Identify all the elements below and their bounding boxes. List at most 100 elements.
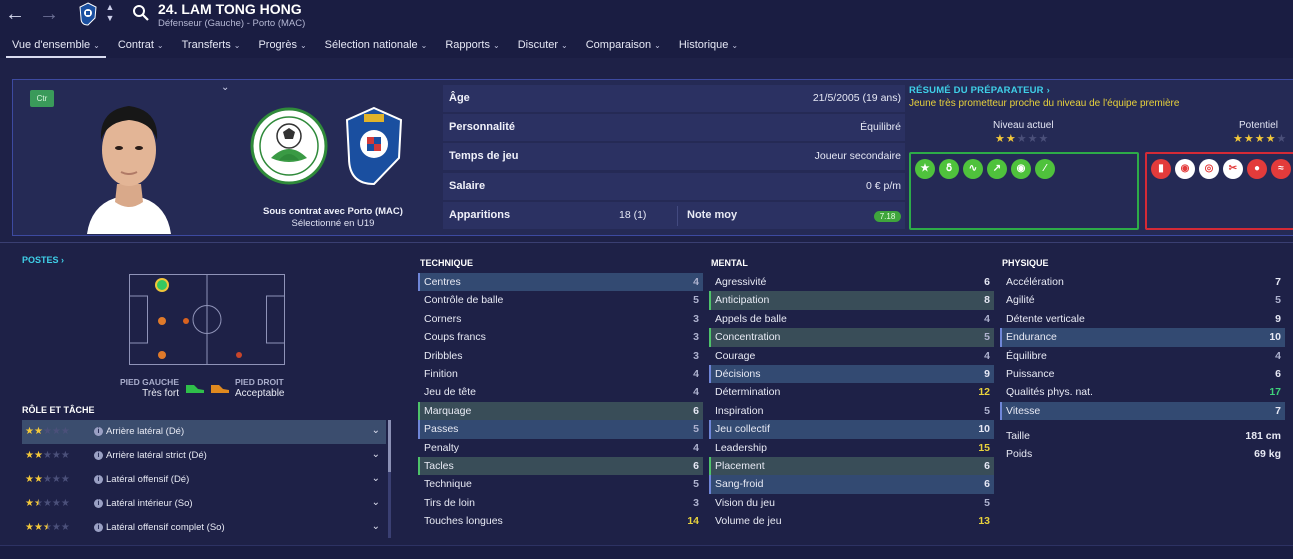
info-icon[interactable]: i bbox=[94, 523, 103, 532]
card-icon[interactable]: ▮ bbox=[1151, 159, 1171, 179]
attribute-row[interactable]: Penalty 4 bbox=[418, 439, 703, 457]
current-ability-label: Niveau actuel bbox=[993, 120, 1054, 131]
attribute-row[interactable]: Décisions 9 bbox=[709, 364, 994, 384]
attribute-row[interactable]: Sang-froid 6 bbox=[709, 475, 994, 495]
ball-icon[interactable]: ● bbox=[1247, 159, 1267, 179]
tab-label: Contrat bbox=[117, 39, 154, 51]
runner-icon[interactable]: ẟ bbox=[939, 159, 959, 179]
roles-scrollbar-thumb[interactable] bbox=[388, 420, 391, 472]
tab-comparison[interactable]: Comparaison ⌄ bbox=[574, 36, 667, 58]
club-crest-icon[interactable] bbox=[78, 2, 98, 26]
positions-link[interactable]: POSTES › bbox=[22, 255, 64, 265]
chevron-down-icon[interactable]: ⌄ bbox=[372, 497, 380, 508]
tab-discuss[interactable]: Discuter ⌄ bbox=[506, 36, 574, 58]
attribute-row[interactable]: Puissance 6 bbox=[1000, 365, 1285, 383]
forward-arrow-icon[interactable]: → bbox=[38, 3, 60, 25]
tab-contract[interactable]: Contrat ⌄ bbox=[106, 36, 170, 58]
selection-text: Sélectionné en U19 bbox=[291, 218, 375, 229]
attribute-row[interactable]: Contrôle de balle 5 bbox=[418, 291, 703, 309]
search-icon[interactable] bbox=[132, 4, 150, 22]
star-icon[interactable]: ★ bbox=[915, 159, 935, 179]
attribute-row[interactable]: Passes 5 bbox=[418, 420, 703, 439]
attribute-row[interactable]: Tirs de loin 3 bbox=[418, 494, 703, 512]
trend-up-icon[interactable]: ↗ bbox=[987, 159, 1007, 179]
chevron-down-icon: ⌄ bbox=[561, 41, 568, 50]
attribute-row[interactable]: Tacles 6 bbox=[418, 456, 703, 476]
attribute-row[interactable]: Technique 5 bbox=[418, 475, 703, 493]
attribute-row[interactable]: Inspiration 5 bbox=[709, 402, 994, 420]
tab-transfers[interactable]: Transferts ⌄ bbox=[170, 36, 247, 58]
attribute-row[interactable]: Détente verticale 9 bbox=[1000, 310, 1285, 328]
attribute-row[interactable]: Agilité 5 bbox=[1000, 291, 1285, 309]
attribute-value: 5 bbox=[693, 423, 699, 436]
back-arrow-icon[interactable]: ← bbox=[4, 3, 26, 25]
attribute-value: 4 bbox=[693, 367, 699, 380]
attribute-row[interactable]: Marquage 6 bbox=[418, 401, 703, 421]
attribute-row[interactable]: Appels de balle 4 bbox=[709, 310, 994, 328]
attribute-value: 17 bbox=[1269, 386, 1281, 399]
target-icon[interactable]: ◎ bbox=[1199, 159, 1219, 179]
attribute-value: 4 bbox=[984, 349, 990, 362]
scout-summary-link[interactable]: RÉSUMÉ DU PRÉPARATEUR › bbox=[909, 85, 1050, 96]
attribute-row[interactable]: Finition 4 bbox=[418, 365, 703, 383]
attribute-row[interactable]: Placement 6 bbox=[709, 456, 994, 476]
chevron-down-icon[interactable]: ⌄ bbox=[221, 82, 229, 93]
weaknesses-box: ▮ ◉ ◎ ✂ ● ≈ ⚠ bbox=[1145, 152, 1293, 230]
attribute-row[interactable]: Centres 4 bbox=[418, 273, 703, 292]
head-icon[interactable]: ◉ bbox=[1011, 159, 1031, 179]
attribute-row[interactable]: Équilibre 4 bbox=[1000, 347, 1285, 365]
attribute-row[interactable]: Volume de jeu 13 bbox=[709, 512, 994, 530]
attribute-name: Jeu collectif bbox=[715, 423, 770, 436]
tab-national-team[interactable]: Sélection nationale ⌄ bbox=[313, 36, 434, 58]
attribute-row[interactable]: Anticipation 8 bbox=[709, 291, 994, 311]
attribute-row[interactable]: Vitesse 7 bbox=[1000, 401, 1285, 421]
attribute-value: 6 bbox=[984, 459, 990, 472]
tab-history[interactable]: Historique ⌄ bbox=[667, 36, 744, 58]
attribute-row[interactable]: Vision du jeu 5 bbox=[709, 494, 994, 512]
attribute-row[interactable]: Concentration 5 bbox=[709, 328, 994, 347]
info-icon[interactable]: i bbox=[94, 427, 103, 436]
head-fall-icon[interactable]: ◉ bbox=[1175, 159, 1195, 179]
role-row[interactable]: ★★★★★ i Latéral offensif (Dé) ⌄ bbox=[22, 468, 386, 492]
attribute-row[interactable]: Touches longues 14 bbox=[418, 512, 703, 530]
info-icon[interactable]: i bbox=[94, 499, 103, 508]
chevron-down-icon[interactable]: ⌄ bbox=[372, 521, 380, 532]
info-icon[interactable]: i bbox=[94, 475, 103, 484]
attribute-row[interactable]: Endurance 10 bbox=[1000, 328, 1285, 347]
tackle-icon[interactable]: ∿ bbox=[963, 159, 983, 179]
role-row[interactable]: ★★★★★ i Latéral intérieur (So) ⌄ bbox=[22, 492, 386, 516]
attribute-row[interactable]: Qualités phys. nat. 17 bbox=[1000, 383, 1285, 401]
attribute-row[interactable]: Jeu collectif 10 bbox=[709, 420, 994, 439]
weight-row: Poids 69 kg bbox=[1000, 445, 1285, 463]
cross-icon[interactable]: ≈ bbox=[1271, 159, 1291, 179]
attribute-name: Concentration bbox=[715, 331, 781, 344]
chevron-down-icon[interactable]: ⌄ bbox=[372, 473, 380, 484]
tab-overview[interactable]: Vue d'ensemble ⌄ bbox=[0, 36, 106, 58]
role-row[interactable]: ★★★★★ i Arrière latéral (Dé) ⌄ bbox=[22, 420, 386, 444]
chevron-down-icon[interactable]: ⌄ bbox=[372, 449, 380, 460]
tab-reports[interactable]: Rapports ⌄ bbox=[433, 36, 505, 58]
attribute-row[interactable]: Leadership 15 bbox=[709, 439, 994, 457]
attribute-row[interactable]: Détermination 12 bbox=[709, 383, 994, 401]
info-icon[interactable]: i bbox=[94, 451, 103, 460]
club-switch-icon[interactable]: ▲ ▼ bbox=[104, 2, 116, 24]
attribute-row[interactable]: Courage 4 bbox=[709, 347, 994, 365]
chevron-down-icon[interactable]: ⌄ bbox=[372, 425, 380, 436]
attribute-row[interactable]: Jeu de tête 4 bbox=[418, 383, 703, 401]
attribute-name: Technique bbox=[424, 478, 472, 491]
boot-icon[interactable]: ⁄ bbox=[1035, 159, 1055, 179]
tab-progress[interactable]: Progrès ⌄ bbox=[246, 36, 312, 58]
position-pitch[interactable] bbox=[129, 274, 285, 365]
info-row-appearances[interactable]: Apparitions 18 (1) Note moy 7.18 bbox=[443, 202, 905, 229]
role-row[interactable]: ★★★★★ i Latéral offensif complet (So) ⌄ bbox=[22, 516, 386, 540]
attribute-row[interactable]: Dribbles 3 bbox=[418, 347, 703, 365]
attribute-row[interactable]: Accélération 7 bbox=[1000, 273, 1285, 291]
role-row[interactable]: ★★★★★ i Arrière latéral strict (Dé) ⌄ bbox=[22, 444, 386, 468]
attribute-row[interactable]: Corners 3 bbox=[418, 310, 703, 328]
tab-label: Comparaison bbox=[585, 39, 652, 51]
attribute-value: 6 bbox=[1275, 367, 1281, 380]
scissors-icon[interactable]: ✂ bbox=[1223, 159, 1243, 179]
attribute-row[interactable]: Agressivité 6 bbox=[709, 273, 994, 291]
attribute-row[interactable]: Coups francs 3 bbox=[418, 328, 703, 346]
attribute-name: Qualités phys. nat. bbox=[1006, 386, 1093, 399]
